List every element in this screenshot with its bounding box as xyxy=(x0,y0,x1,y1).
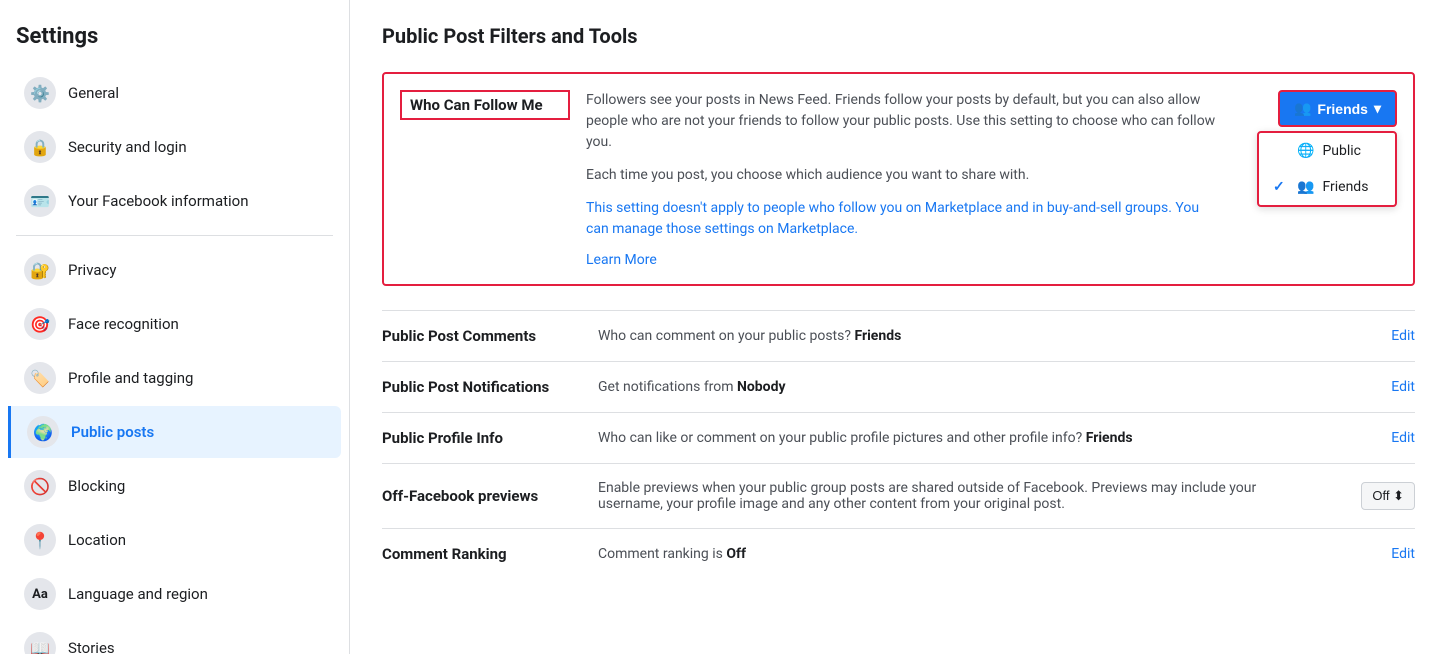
dropdown-item-friends[interactable]: ✓ 👥 Friends xyxy=(1259,169,1395,205)
friends-dropdown-button[interactable]: 👥 Friends ▾ xyxy=(1278,90,1397,127)
edit-link-public-comments[interactable]: Edit xyxy=(1391,328,1415,344)
friends-option-icon: 👥 xyxy=(1297,179,1314,195)
settings-row-public-profile: Public Profile InfoWho can like or comme… xyxy=(382,412,1415,463)
row-desc-public-profile: Who can like or comment on your public p… xyxy=(582,430,1335,446)
row-desc-off-facebook: Enable previews when your public group p… xyxy=(582,480,1335,512)
gear-icon: ⚙️ xyxy=(24,77,56,109)
sidebar-item-location[interactable]: 📍 Location xyxy=(8,514,341,566)
sidebar-item-label: Language and region xyxy=(68,585,208,603)
settings-row-off-facebook: Off-Facebook previewsEnable previews whe… xyxy=(382,463,1415,528)
sidebar-item-label: Privacy xyxy=(68,261,116,279)
row-desc-public-comments: Who can comment on your public posts? Fr… xyxy=(582,328,1335,344)
id-icon: 🪪 xyxy=(24,185,56,217)
sidebar-title: Settings xyxy=(0,16,349,65)
row-label-off-facebook: Off-Facebook previews xyxy=(382,487,582,505)
globe-icon: 🌍 xyxy=(27,416,59,448)
block-icon: 🚫 xyxy=(24,470,56,502)
follow-desc-2: Each time you post, you choose which aud… xyxy=(586,165,1221,186)
sidebar-item-label: Stories xyxy=(68,639,115,654)
public-option-label: Public xyxy=(1322,143,1361,159)
row-label-comment-ranking: Comment Ranking xyxy=(382,545,582,563)
dropdown-item-public[interactable]: 🌐 Public xyxy=(1259,133,1395,169)
sidebar-item-public-posts[interactable]: 🌍 Public posts xyxy=(8,406,341,458)
friends-option-label: Friends xyxy=(1322,179,1368,195)
settings-row-public-notifications: Public Post NotificationsGet notificatio… xyxy=(382,361,1415,412)
sidebar-item-label: Face recognition xyxy=(68,315,179,333)
follow-desc-3: This setting doesn't apply to people who… xyxy=(586,198,1221,240)
dropdown-arrow-icon: ▾ xyxy=(1374,100,1381,117)
sidebar-item-label: Blocking xyxy=(68,477,125,495)
page-title: Public Post Filters and Tools xyxy=(382,24,1415,48)
stories-icon: 📖 xyxy=(24,632,56,654)
sidebar-item-security[interactable]: 🔒 Security and login xyxy=(8,121,341,173)
edit-link-comment-ranking[interactable]: Edit xyxy=(1391,546,1415,562)
sidebar-item-stories[interactable]: 📖 Stories xyxy=(8,622,341,654)
sidebar-item-profile-tagging[interactable]: 🏷️ Profile and tagging xyxy=(8,352,341,404)
check-friends: ✓ xyxy=(1273,179,1289,195)
face-icon: 🎯 xyxy=(24,308,56,340)
location-icon: 📍 xyxy=(24,524,56,556)
off-facebook-button[interactable]: Off ⬍ xyxy=(1361,482,1415,510)
sidebar-item-language[interactable]: Aa Language and region xyxy=(8,568,341,620)
sidebar-item-blocking[interactable]: 🚫 Blocking xyxy=(8,460,341,512)
follow-desc-1: Followers see your posts in News Feed. F… xyxy=(586,90,1221,153)
language-icon: Aa xyxy=(24,578,56,610)
edit-link-public-profile[interactable]: Edit xyxy=(1391,430,1415,446)
sidebar-item-general[interactable]: ⚙️ General xyxy=(8,67,341,119)
row-label-public-notifications: Public Post Notifications xyxy=(382,378,582,396)
privacy-icon: 🔐 xyxy=(24,254,56,286)
row-label-public-profile: Public Profile Info xyxy=(382,429,582,447)
row-label-public-comments: Public Post Comments xyxy=(382,327,582,345)
sidebar-item-face-recognition[interactable]: 🎯 Face recognition xyxy=(8,298,341,350)
follow-description: Followers see your posts in News Feed. F… xyxy=(570,90,1237,268)
sidebar-item-label: Profile and tagging xyxy=(68,369,193,387)
settings-rows: Public Post CommentsWho can comment on y… xyxy=(382,310,1415,579)
who-can-follow-section: Who Can Follow Me Followers see your pos… xyxy=(382,72,1415,286)
sidebar-divider xyxy=(16,235,333,236)
sidebar: Settings ⚙️ General 🔒 Security and login… xyxy=(0,0,350,654)
who-can-follow-label: Who Can Follow Me xyxy=(400,90,570,120)
main-content: Public Post Filters and Tools Who Can Fo… xyxy=(350,0,1447,654)
follow-right-controls: 👥 Friends ▾ 🌐 Public ✓ 👥 Friends xyxy=(1237,90,1397,268)
sidebar-item-label: Security and login xyxy=(68,138,187,156)
row-desc-public-notifications: Get notifications from Nobody xyxy=(582,379,1335,395)
learn-more-link[interactable]: Learn More xyxy=(586,252,657,268)
check-public xyxy=(1273,143,1289,159)
settings-row-comment-ranking: Comment RankingComment ranking is Off Edi… xyxy=(382,528,1415,579)
globe-option-icon: 🌐 xyxy=(1297,143,1314,159)
friends-dropdown-menu: 🌐 Public ✓ 👥 Friends xyxy=(1257,131,1397,207)
settings-row-public-comments: Public Post CommentsWho can comment on y… xyxy=(382,310,1415,361)
tag-icon: 🏷️ xyxy=(24,362,56,394)
sidebar-item-label: Location xyxy=(68,531,126,549)
row-desc-comment-ranking: Comment ranking is Off xyxy=(582,546,1335,562)
lock-icon: 🔒 xyxy=(24,131,56,163)
sidebar-item-label: General xyxy=(68,84,119,102)
sidebar-item-privacy[interactable]: 🔐 Privacy xyxy=(8,244,341,296)
sidebar-item-label: Your Facebook information xyxy=(68,192,249,210)
friends-btn-label: Friends xyxy=(1317,101,1368,117)
edit-link-public-notifications[interactable]: Edit xyxy=(1391,379,1415,395)
sidebar-item-label: Public posts xyxy=(71,423,154,441)
sidebar-item-facebook-info[interactable]: 🪪 Your Facebook information xyxy=(8,175,341,227)
friends-btn-icon: 👥 xyxy=(1294,100,1311,117)
